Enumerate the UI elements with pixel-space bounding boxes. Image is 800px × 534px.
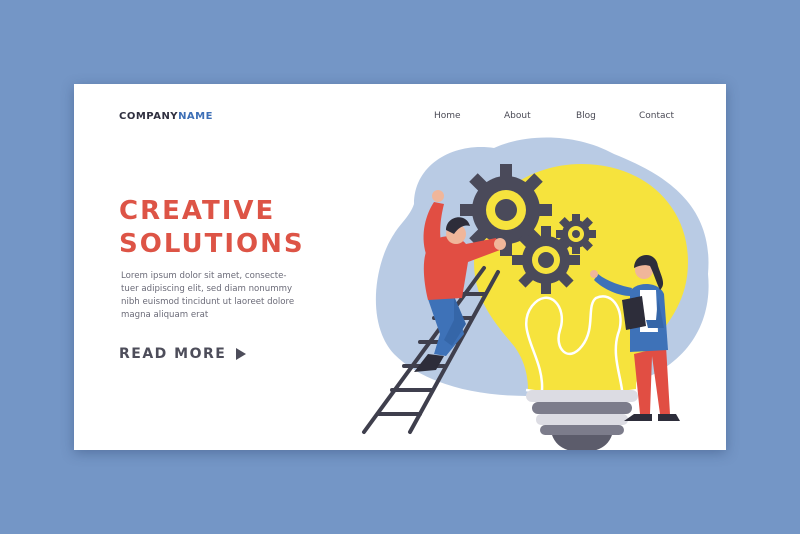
description-line: magna aliquam erat: [121, 310, 209, 320]
landing-card: COMPANYNAME Home About Blog Contact CREA…: [74, 84, 726, 450]
nav-about-link[interactable]: About: [504, 111, 531, 121]
nav-contact-link[interactable]: Contact: [639, 111, 674, 121]
logo-text-company: COMPANY: [119, 111, 179, 122]
description-line: Lorem ipsum dolor sit amet, consecte-: [121, 271, 287, 281]
company-logo[interactable]: COMPANYNAME: [119, 111, 213, 122]
read-more-label: READ MORE: [119, 346, 227, 362]
logo-text-name: NAME: [178, 111, 213, 122]
play-arrow-icon: [236, 348, 247, 360]
headline-line-1: CREATIVE: [119, 196, 276, 226]
read-more-button[interactable]: READ MORE: [119, 346, 247, 362]
headline-line-2: SOLUTIONS: [119, 229, 305, 259]
creative-illustration: [362, 137, 709, 450]
gear-icon-small: [556, 214, 596, 254]
nav-home-link[interactable]: Home: [434, 111, 461, 121]
nav-blog-link[interactable]: Blog: [576, 111, 596, 121]
description-line: tuer adipiscing elit, sed diam nonummy: [121, 284, 293, 294]
description-line: nibh euismod tincidunt ut laoreet dolore: [121, 297, 295, 307]
hero-description: Lorem ipsum dolor sit amet, consecte- tu…: [121, 270, 296, 322]
